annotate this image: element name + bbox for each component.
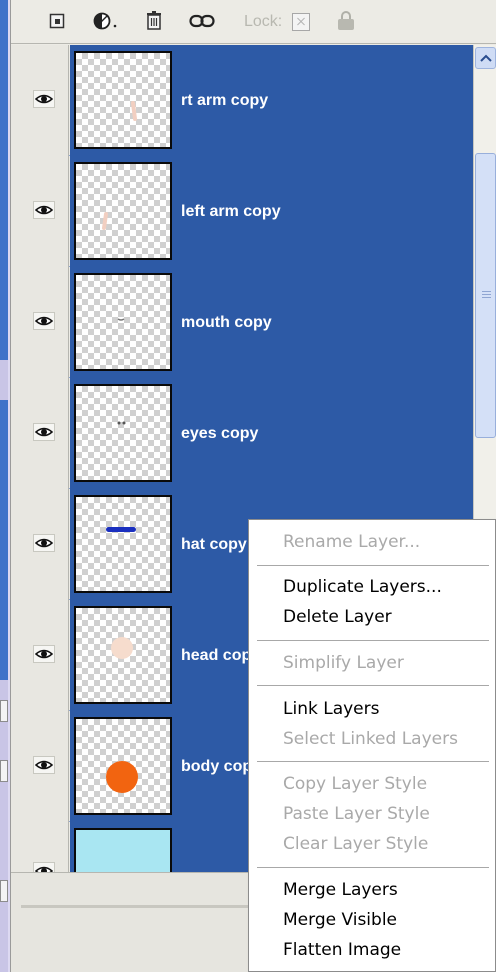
menu-item-merge-visible[interactable]: Merge Visible	[283, 910, 397, 930]
new-layer-icon[interactable]	[49, 10, 65, 32]
layer-name: mouth copy	[181, 314, 272, 331]
layer-thumbnail	[74, 828, 172, 872]
left-edge-handle[interactable]	[0, 880, 8, 902]
padlock-icon[interactable]	[337, 11, 355, 31]
layers-toolbar: Lock:	[11, 0, 496, 44]
layer-selection[interactable]: left arm copy	[70, 156, 473, 267]
lock-label: Lock:	[244, 13, 283, 30]
scroll-thumb[interactable]	[475, 153, 496, 438]
visibility-cell[interactable]	[11, 600, 69, 711]
layer-selection[interactable]: rt arm copy	[70, 45, 473, 156]
menu-item-merge-layers[interactable]: Merge Layers	[283, 880, 398, 900]
left-edge-bar	[0, 400, 8, 680]
layer-thumbnail	[74, 606, 172, 704]
visibility-cell[interactable]	[11, 489, 69, 600]
layer-selection[interactable]: mouth copy	[70, 267, 473, 378]
layer-row[interactable]: left arm copy	[11, 156, 473, 267]
eye-icon[interactable]	[33, 645, 55, 663]
eye-icon[interactable]	[33, 534, 55, 552]
layer-context-menu: Rename Layer... Duplicate Layers... Dele…	[248, 519, 496, 972]
layer-row[interactable]: rt arm copy	[11, 45, 473, 156]
layer-thumbnail	[74, 384, 172, 482]
layer-thumbnail	[74, 162, 172, 260]
layer-thumbnail	[74, 273, 172, 371]
visibility-cell[interactable]	[11, 156, 69, 267]
left-edge-strip	[0, 0, 8, 972]
layer-name: rt arm copy	[181, 92, 269, 109]
lock-transparency-icon[interactable]	[292, 13, 310, 31]
visibility-cell[interactable]	[11, 822, 69, 872]
menu-item-copy-layer-style[interactable]: Copy Layer Style	[283, 774, 427, 794]
menu-item-simplify-layer[interactable]: Simplify Layer	[283, 653, 404, 673]
menu-separator	[257, 685, 489, 687]
menu-item-duplicate-layers[interactable]: Duplicate Layers...	[283, 577, 442, 597]
layer-thumbnail	[74, 717, 172, 815]
scroll-up-button[interactable]	[475, 47, 496, 69]
menu-item-rename-layer[interactable]: Rename Layer...	[283, 532, 420, 552]
menu-separator	[257, 565, 489, 567]
visibility-cell[interactable]	[11, 45, 69, 156]
left-edge-bar	[0, 0, 8, 360]
menu-item-flatten-image[interactable]: Flatten Image	[283, 940, 401, 960]
adjustment-layer-icon[interactable]	[93, 10, 119, 32]
trash-icon[interactable]	[146, 10, 162, 32]
menu-separator	[257, 761, 489, 763]
visibility-cell[interactable]	[11, 267, 69, 378]
layer-thumbnail	[74, 495, 172, 593]
eye-icon[interactable]	[33, 423, 55, 441]
visibility-cell[interactable]	[11, 711, 69, 822]
layer-name: left arm copy	[181, 203, 281, 220]
layer-thumbnail	[74, 51, 172, 149]
eye-icon[interactable]	[33, 756, 55, 774]
layer-row[interactable]: eyes copy	[11, 378, 473, 489]
layer-selection[interactable]: eyes copy	[70, 378, 473, 489]
layer-name: hat copy	[181, 536, 247, 553]
menu-separator	[257, 867, 489, 869]
eye-icon[interactable]	[33, 312, 55, 330]
menu-item-link-layers[interactable]: Link Layers	[283, 699, 379, 719]
left-edge-handle[interactable]	[0, 760, 8, 782]
left-edge-handle[interactable]	[0, 700, 8, 722]
layer-name: eyes copy	[181, 425, 259, 442]
link-icon[interactable]	[189, 10, 215, 32]
layer-row[interactable]: mouth copy	[11, 267, 473, 378]
eye-icon[interactable]	[33, 201, 55, 219]
visibility-cell[interactable]	[11, 378, 69, 489]
menu-item-select-linked-layers[interactable]: Select Linked Layers	[283, 729, 458, 749]
eye-icon[interactable]	[33, 862, 55, 872]
menu-item-delete-layer[interactable]: Delete Layer	[283, 607, 392, 627]
menu-separator	[257, 640, 489, 642]
eye-icon[interactable]	[33, 90, 55, 108]
menu-item-clear-layer-style[interactable]: Clear Layer Style	[283, 834, 428, 854]
menu-item-paste-layer-style[interactable]: Paste Layer Style	[283, 804, 430, 824]
